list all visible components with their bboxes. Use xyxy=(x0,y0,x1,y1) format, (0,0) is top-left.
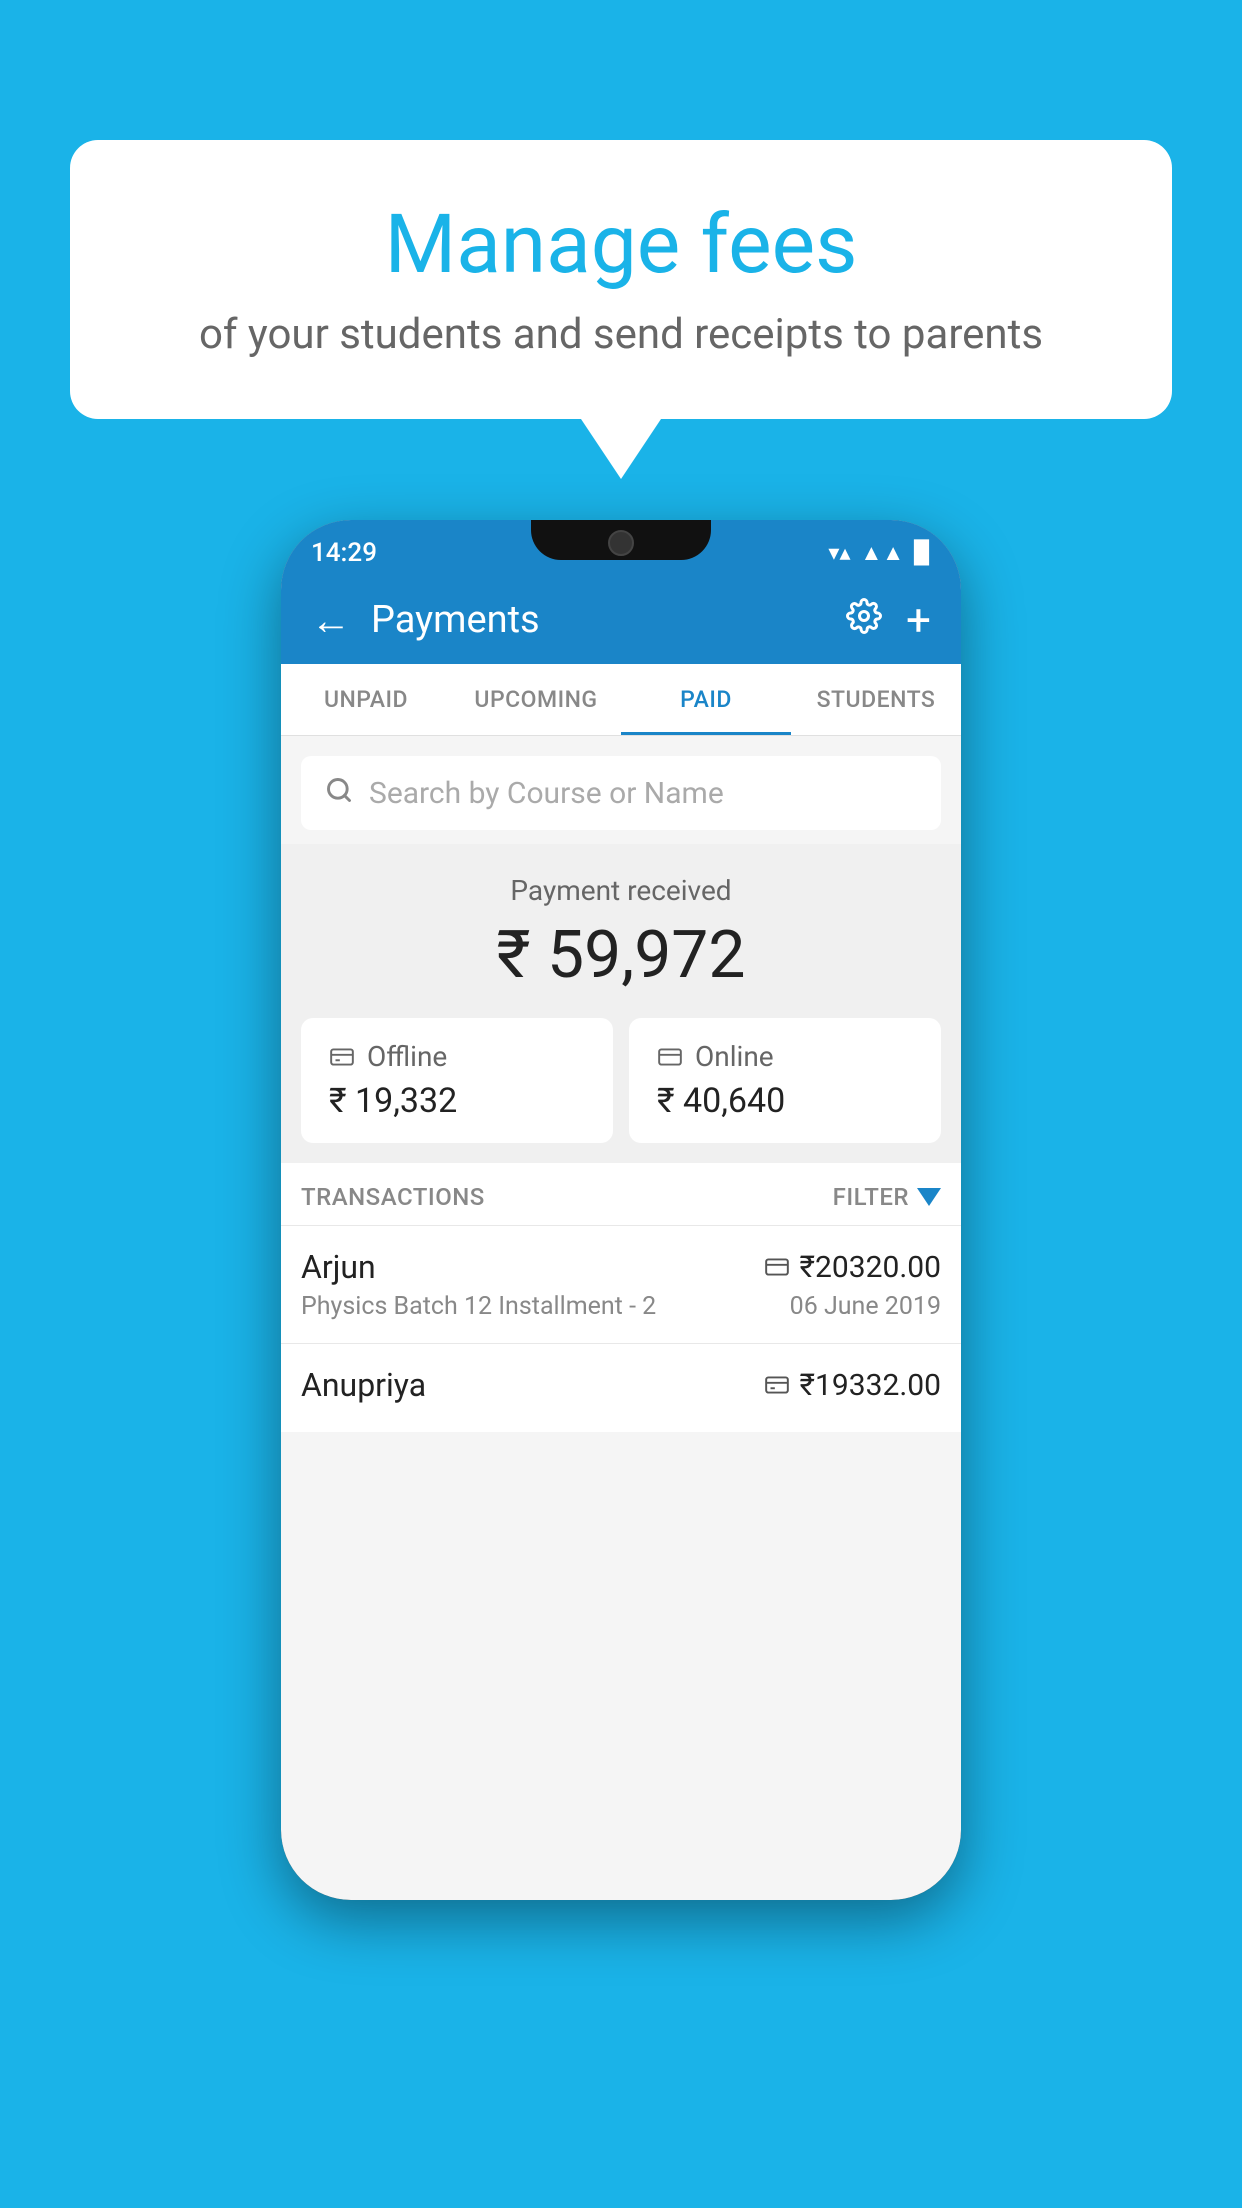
tab-paid[interactable]: PAID xyxy=(621,664,791,735)
transaction-top-1: Arjun ₹20320.00 xyxy=(301,1248,941,1286)
back-button[interactable]: ← xyxy=(311,597,351,644)
header-actions: + xyxy=(846,594,931,646)
speech-bubble-arrow xyxy=(581,419,661,479)
offline-amount: ₹ 19,332 xyxy=(329,1081,457,1121)
search-placeholder: Search by Course or Name xyxy=(369,776,724,811)
speech-bubble-container: Manage fees of your students and send re… xyxy=(70,140,1172,479)
offline-card-header: Offline xyxy=(329,1040,447,1073)
phone-frame: 14:29 ▾▴ ▲▲ ▉ ← Payments xyxy=(281,520,961,1900)
tab-students[interactable]: STUDENTS xyxy=(791,664,961,735)
online-card: Online ₹ 40,640 xyxy=(629,1018,941,1143)
payment-cards: Offline ₹ 19,332 Online xyxy=(301,1018,941,1143)
offline-label: Offline xyxy=(367,1040,447,1073)
speech-bubble-title: Manage fees xyxy=(130,200,1112,290)
transaction-detail-1: Physics Batch 12 Installment - 2 xyxy=(301,1292,656,1321)
phone-container: 14:29 ▾▴ ▲▲ ▉ ← Payments xyxy=(281,520,961,1900)
status-icons: ▾▴ ▲▲ ▉ xyxy=(828,540,931,566)
transaction-amount-1: ₹20320.00 xyxy=(764,1250,941,1285)
transaction-amount-2: ₹19332.00 xyxy=(764,1368,941,1403)
transaction-row[interactable]: Arjun ₹20320.00 Physics Batch 12 Install… xyxy=(281,1225,961,1343)
transaction-top-2: Anupriya ₹19332.00 xyxy=(301,1366,941,1404)
filter-label: FILTER xyxy=(833,1183,909,1211)
online-label: Online xyxy=(695,1040,774,1073)
phone-notch xyxy=(531,520,711,560)
speech-bubble-subtitle: of your students and send receipts to pa… xyxy=(130,310,1112,359)
transaction-name-2: Anupriya xyxy=(301,1366,426,1404)
filter-icon xyxy=(917,1188,941,1206)
search-icon xyxy=(325,774,353,812)
transaction-bottom-1: Physics Batch 12 Installment - 2 06 June… xyxy=(301,1292,941,1321)
transaction-row[interactable]: Anupriya ₹19332.00 xyxy=(281,1343,961,1432)
transactions-label: TRANSACTIONS xyxy=(301,1183,485,1211)
phone-screen: 14:29 ▾▴ ▲▲ ▉ ← Payments xyxy=(281,520,961,1900)
payment-summary: Payment received ₹ 59,972 Offline xyxy=(281,844,961,1163)
payment-received-label: Payment received xyxy=(301,874,941,907)
transactions-header: TRANSACTIONS FILTER xyxy=(281,1163,961,1225)
wifi-icon: ▾▴ xyxy=(828,541,850,566)
speech-bubble: Manage fees of your students and send re… xyxy=(70,140,1172,419)
transaction-date-1: 06 June 2019 xyxy=(790,1292,941,1321)
filter-button[interactable]: FILTER xyxy=(833,1183,941,1211)
payment-total-amount: ₹ 59,972 xyxy=(301,917,941,994)
phone-camera xyxy=(608,530,634,556)
status-time: 14:29 xyxy=(311,538,377,568)
online-amount: ₹ 40,640 xyxy=(657,1081,785,1121)
transaction-name-1: Arjun xyxy=(301,1248,376,1286)
search-bar[interactable]: Search by Course or Name xyxy=(301,756,941,830)
signal-icon: ▲▲ xyxy=(861,540,905,566)
add-payment-button[interactable]: + xyxy=(906,594,931,646)
tabs-bar: UNPAID UPCOMING PAID STUDENTS xyxy=(281,664,961,736)
battery-icon: ▉ xyxy=(914,541,931,566)
settings-icon[interactable] xyxy=(846,598,882,643)
screen-content: Search by Course or Name Payment receive… xyxy=(281,736,961,1900)
tab-upcoming[interactable]: UPCOMING xyxy=(451,664,621,735)
app-header: ← Payments + xyxy=(281,576,961,664)
tab-unpaid[interactable]: UNPAID xyxy=(281,664,451,735)
online-card-header: Online xyxy=(657,1040,774,1073)
header-title: Payments xyxy=(371,598,846,642)
offline-card: Offline ₹ 19,332 xyxy=(301,1018,613,1143)
